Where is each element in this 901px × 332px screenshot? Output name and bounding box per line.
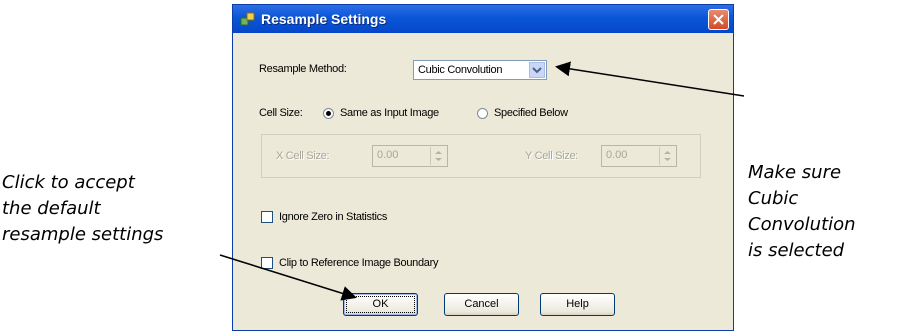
callout-arrow-right [555,61,745,97]
callout-right-line: is selected [748,240,845,261]
callout-right: Make sure Cubic Convolution is selected [748,162,856,266]
callout-left: Click to accept the default resample set… [2,172,163,250]
callout-right-line: Convolution [748,214,856,235]
callout-right-line: Make sure [748,162,842,183]
callout-arrow-left [219,254,357,301]
callout-left-line: Click to accept [2,172,135,193]
callout-right-line: Cubic [748,188,799,209]
callout-left-line: the default [2,198,101,219]
callout-left-line: resample settings [2,224,164,245]
